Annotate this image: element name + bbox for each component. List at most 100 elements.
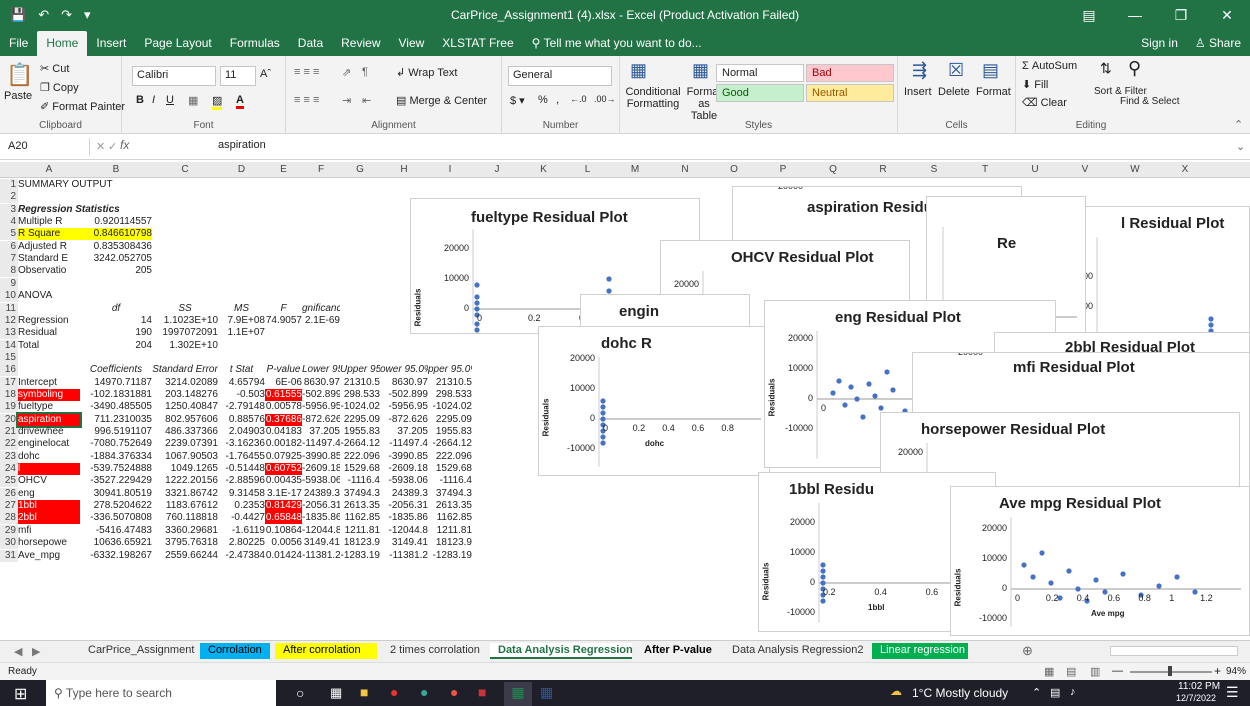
cell[interactable]: fueltype xyxy=(18,401,80,413)
cell[interactable]: 0.65848 xyxy=(265,512,302,525)
cell[interactable]: 1183.67612 xyxy=(152,500,218,512)
clear-button[interactable]: ⌫ Clear xyxy=(1022,96,1067,109)
weather-text[interactable]: 1°C Mostly cloudy xyxy=(912,686,1008,700)
cell[interactable]: 1955.83 xyxy=(340,426,380,438)
row-header[interactable]: 25 xyxy=(0,475,18,488)
column-header-t[interactable]: T xyxy=(960,164,1010,175)
task-view-icon[interactable]: ▦ xyxy=(330,685,342,701)
style-good[interactable]: Good xyxy=(716,84,804,102)
app-icon[interactable]: ■ xyxy=(478,684,486,700)
cancel-entry-icon[interactable]: ✕ xyxy=(96,140,105,153)
row-header[interactable]: 19 xyxy=(0,401,18,414)
cell[interactable]: -502.899 xyxy=(302,389,340,401)
redo-icon[interactable]: ↷ xyxy=(61,7,72,23)
row-header[interactable]: 15 xyxy=(0,351,18,364)
row-header[interactable]: 27 xyxy=(0,500,18,513)
cell[interactable]: 0.2353 xyxy=(218,500,265,512)
sort-icon[interactable]: ⇅ xyxy=(1100,60,1112,77)
cell[interactable]: symboling xyxy=(18,388,80,401)
cell[interactable]: -102.1831881 xyxy=(80,389,152,401)
column-header-v[interactable]: V xyxy=(1060,164,1110,175)
cell[interactable]: Intercept xyxy=(18,377,80,389)
column-header-u[interactable]: U xyxy=(1010,164,1060,175)
cell[interactable]: 3360.29681 xyxy=(152,525,218,537)
column-header-j[interactable]: J xyxy=(472,164,522,175)
cell[interactable]: -872.626 xyxy=(380,414,428,426)
row-header[interactable]: 9 xyxy=(0,277,18,290)
format-table-icon[interactable]: ▦ xyxy=(692,60,709,81)
cell[interactable]: 3149.41 xyxy=(302,537,340,549)
cell[interactable]: Ave_mpg xyxy=(18,550,80,562)
row-header[interactable]: 28 xyxy=(0,512,18,525)
row-header[interactable]: 23 xyxy=(0,450,18,463)
decrease-decimal-icon[interactable]: .00→ xyxy=(594,94,616,104)
ribbon-display-icon[interactable]: ▤ xyxy=(1066,7,1112,24)
column-header-o[interactable]: O xyxy=(710,164,758,175)
cell[interactable]: SUMMARY OUTPUT xyxy=(18,179,158,191)
cell[interactable]: 0.81429 xyxy=(265,500,302,513)
increase-decimal-icon[interactable]: ←.0 xyxy=(570,94,587,104)
row-header[interactable]: 16 xyxy=(0,364,18,377)
residual-chart[interactable]: Ave mpg Residual Plot 20000 10000 0 -10000 0 0… xyxy=(950,486,1250,636)
cut-button[interactable]: ✂ Cut xyxy=(40,62,69,75)
delete-cells-icon[interactable]: ☒ xyxy=(948,60,964,81)
sheet-tab[interactable]: 2 times corrolation xyxy=(382,643,486,659)
cell[interactable]: -0.4427 xyxy=(218,512,265,524)
cell[interactable]: 0.37686 xyxy=(265,413,302,426)
cell[interactable]: 30941.80519 xyxy=(80,488,152,500)
orientation-icon[interactable]: ⇗ xyxy=(342,66,351,79)
cell[interactable]: 0.07925 xyxy=(265,451,302,463)
cell[interactable]: 1250.40847 xyxy=(152,401,218,413)
cell[interactable]: 0.0056 xyxy=(265,537,302,549)
outdent-icon[interactable]: ⇤ xyxy=(362,94,371,107)
sheet-tab[interactable]: After P-value xyxy=(636,643,720,659)
cell[interactable]: 21310.5 xyxy=(340,377,380,389)
row-header[interactable]: 12 xyxy=(0,314,18,327)
cell[interactable]: -11497.4 xyxy=(380,438,428,450)
cell[interactable]: Standard E xyxy=(18,253,80,265)
cell[interactable]: 0.88576 xyxy=(218,414,265,426)
cell[interactable]: 2239.07391 xyxy=(152,438,218,450)
cell[interactable]: 298.533 xyxy=(340,389,380,401)
row-header[interactable]: 29 xyxy=(0,524,18,537)
cell[interactable]: 996.5191107 xyxy=(80,426,152,438)
cell[interactable]: gnificance F xyxy=(302,303,340,315)
cell[interactable]: -11497.4 xyxy=(302,438,340,450)
sign-in-link[interactable]: Sign in xyxy=(1132,36,1186,56)
cell[interactable]: -7080.752649 xyxy=(80,438,152,450)
cell[interactable]: -2609.18 xyxy=(302,463,340,475)
cell[interactable]: -1884.376334 xyxy=(80,451,152,463)
sheet-tab[interactable]: CarPrice_Assignment xyxy=(80,643,196,659)
minimize-button[interactable]: — xyxy=(1112,7,1158,24)
cell[interactable]: t Stat xyxy=(218,364,265,376)
row-header[interactable]: 5 xyxy=(0,228,18,241)
row-header[interactable]: 7 xyxy=(0,253,18,266)
insert-cells-icon[interactable]: ⇶ xyxy=(912,60,927,81)
font-color-icon[interactable]: A xyxy=(236,94,244,109)
cell[interactable]: -1283.19 xyxy=(428,550,472,562)
cell[interactable]: OHCV xyxy=(18,475,80,487)
cell[interactable]: SS xyxy=(152,303,218,315)
cell[interactable]: 37494.3 xyxy=(428,488,472,500)
cell[interactable]: 1162.85 xyxy=(340,512,380,524)
column-header-g[interactable]: G xyxy=(340,164,380,175)
cell[interactable]: 8630.97 xyxy=(380,377,428,389)
cell[interactable]: -5416.47483 xyxy=(80,525,152,537)
menu-insert[interactable]: Insert xyxy=(87,36,135,56)
cell[interactable]: df xyxy=(80,303,152,315)
column-header-x[interactable]: X xyxy=(1160,164,1210,175)
cell[interactable]: 1529.68 xyxy=(428,463,472,475)
enter-entry-icon[interactable]: ✓ xyxy=(108,140,117,153)
borders-icon[interactable]: ▦ xyxy=(188,94,198,107)
horizontal-scrollbar[interactable] xyxy=(1110,646,1238,656)
cell[interactable]: -5956.95 xyxy=(302,401,340,413)
cell[interactable]: -336.5070808 xyxy=(80,512,152,524)
column-header-i[interactable]: I xyxy=(428,164,472,175)
cell[interactable]: 7.9E+08 xyxy=(218,315,265,327)
row-header[interactable]: 1 xyxy=(0,179,18,191)
cell[interactable]: -1835.86 xyxy=(302,512,340,524)
cell[interactable]: 1.302E+10 xyxy=(152,340,218,352)
cell[interactable]: 2295.09 xyxy=(428,414,472,426)
cell[interactable]: 0.00578 xyxy=(265,401,302,413)
row-header[interactable]: 20 xyxy=(0,413,18,426)
